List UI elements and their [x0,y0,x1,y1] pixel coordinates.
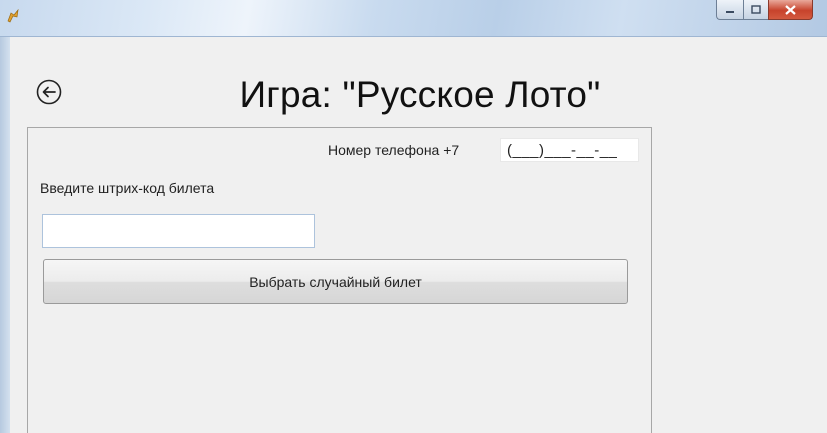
minimize-button[interactable] [716,0,743,20]
app-icon [6,8,20,23]
minimize-icon [726,10,734,13]
phone-input[interactable] [500,138,639,162]
maximize-button[interactable] [743,0,768,20]
back-button[interactable] [36,79,62,105]
close-icon [785,4,796,15]
close-button[interactable] [768,0,813,20]
title-bar[interactable] [0,0,827,37]
phone-label: Номер телефона +7 [328,142,460,158]
app-window: Игра: "Русское Лото" Номер телефона +7 В… [0,0,827,433]
window-controls [716,0,813,22]
barcode-label: Введите штрих-код билета [40,180,215,196]
barcode-input[interactable] [42,214,315,248]
window-left-border [0,37,10,433]
page-title: Игра: "Русское Лото" [239,74,601,115]
maximize-icon [751,5,761,14]
random-ticket-button[interactable]: Выбрать случайный билет [43,259,628,304]
arrow-left-circle-icon [36,79,62,105]
